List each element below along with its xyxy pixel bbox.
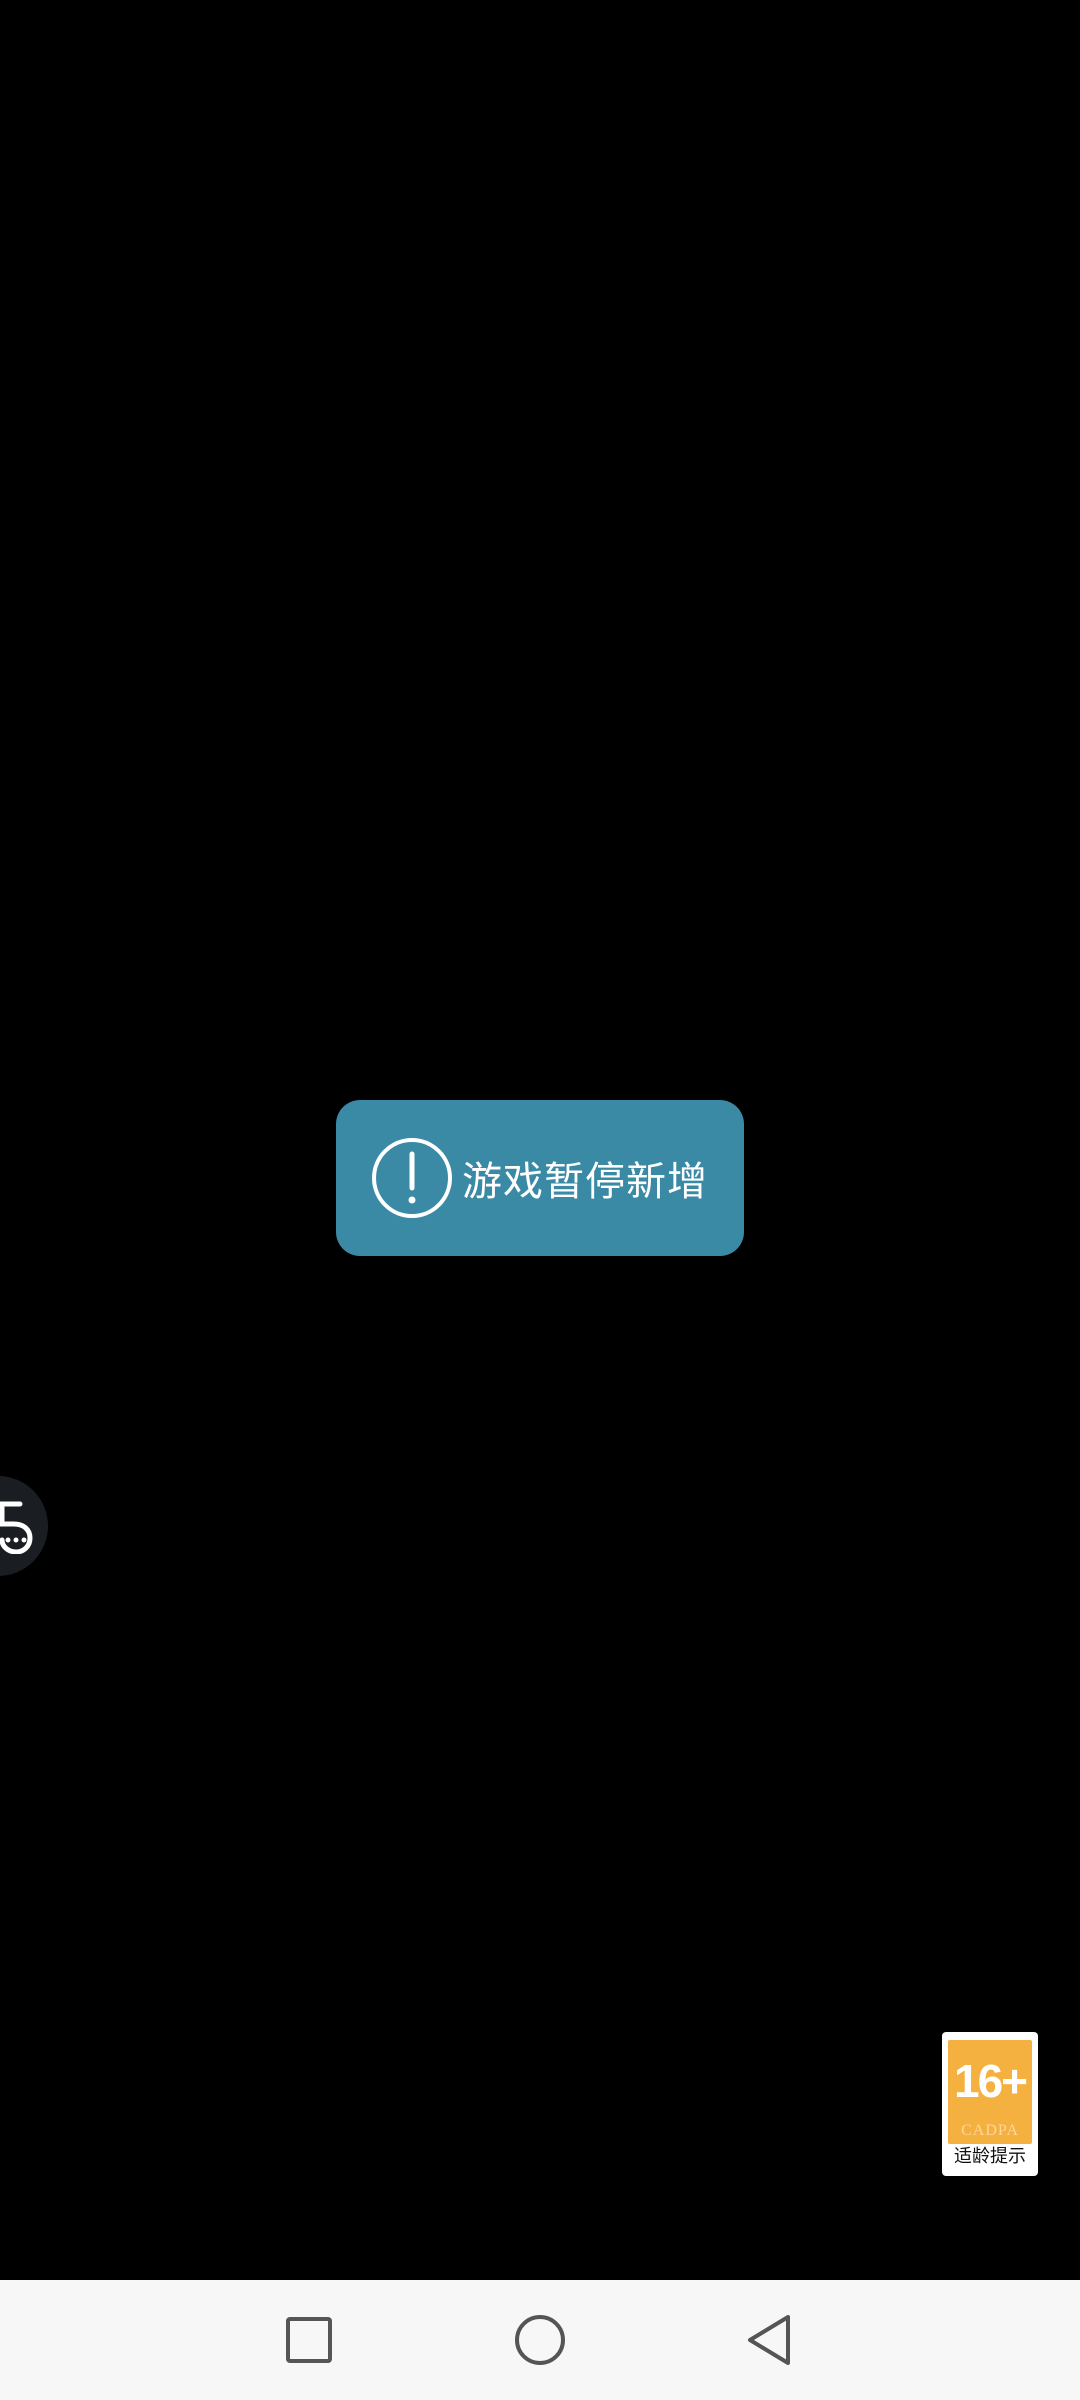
age-rating-caption: 适龄提示 <box>954 2146 1026 2167</box>
back-button[interactable] <box>709 2280 829 2400</box>
circle-icon <box>515 2315 565 2365</box>
system-navigation-bar <box>0 2280 1080 2400</box>
age-rating-badge[interactable]: 16+ CADPA 适龄提示 <box>942 2032 1038 2176</box>
age-rating-panel: 16+ CADPA <box>948 2040 1032 2144</box>
age-rating-number: 16+ <box>953 2055 1028 2107</box>
assistant-chat-icon <box>0 1501 33 1554</box>
triangle-back-icon <box>748 2315 790 2365</box>
toast-notification: 游戏暂停新增 <box>336 1100 744 1256</box>
screen: 游戏暂停新增 16+ CADPA 适龄提示 <box>0 0 1080 2400</box>
square-icon <box>286 2317 332 2363</box>
exclamation-circle-icon <box>372 1138 452 1218</box>
age-rating-org: CADPA <box>961 2122 1019 2139</box>
home-button[interactable] <box>480 2280 600 2400</box>
toast-message: 游戏暂停新增 <box>462 1159 708 1205</box>
recents-button[interactable] <box>249 2280 369 2400</box>
